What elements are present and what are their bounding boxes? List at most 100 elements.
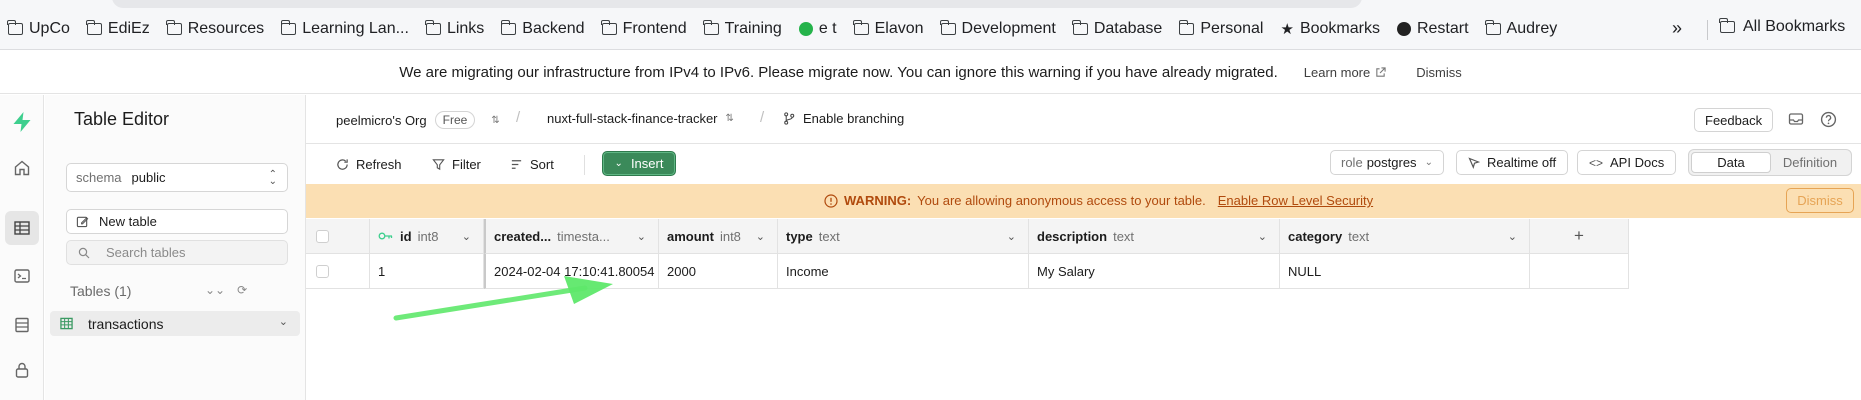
bookmark-links[interactable]: Links [418, 20, 493, 38]
cell-type[interactable]: Income [778, 254, 1029, 289]
toolbar-divider [584, 155, 585, 175]
tab-definition[interactable]: Definition [1771, 152, 1849, 173]
address-bar[interactable] [112, 0, 1362, 8]
new-table-button[interactable]: New table [66, 209, 288, 234]
sort-icon [511, 160, 522, 169]
role-select[interactable]: role postgres ⌄ [1330, 150, 1444, 175]
add-column-button[interactable]: + [1530, 219, 1629, 254]
search-tables-input[interactable] [106, 245, 276, 260]
search-tables-field[interactable] [66, 240, 288, 265]
org-breadcrumb[interactable]: peelmicro's Org Free ⇅ [336, 111, 500, 129]
folder-icon [1178, 20, 1195, 35]
notice-text: We are migrating our infrastructure from… [399, 63, 1278, 81]
project-breadcrumb[interactable]: nuxt-full-stack-finance-tracker ⇅ [547, 111, 734, 126]
api-docs-label: API Docs [1610, 155, 1665, 170]
insert-button[interactable]: ⌄ Insert [602, 151, 676, 176]
learn-more-link[interactable]: Learn more [1304, 65, 1386, 80]
refresh-tables-icon[interactable]: ⟳ [237, 283, 247, 297]
enable-rls-link[interactable]: Enable Row Level Security [1218, 193, 1373, 208]
bookmark-backend[interactable]: Backend [493, 20, 593, 38]
bookmark-audrey[interactable]: Audrey [1478, 20, 1567, 38]
bookmark-training[interactable]: Training [696, 20, 791, 38]
cell-amount[interactable]: 2000 [659, 254, 778, 289]
all-bookmarks-button[interactable]: All Bookmarks [1719, 18, 1845, 36]
icon-rail [0, 95, 44, 400]
column-name: category [1288, 228, 1343, 244]
chevron-down-icon[interactable]: ⌄ [756, 230, 765, 243]
bookmark-learning[interactable]: Learning Lan... [273, 20, 418, 38]
folder-icon [1072, 20, 1088, 35]
column-type: text [1113, 228, 1135, 244]
chevron-down-icon[interactable]: ⌄ [1258, 230, 1267, 243]
chevron-down-icon[interactable]: ⌄ [462, 230, 471, 243]
sort-button[interactable]: Sort [510, 154, 554, 175]
row-checkbox[interactable] [316, 264, 329, 278]
more-bookmarks-button[interactable]: » [1672, 18, 1682, 39]
sql-editor-icon[interactable] [11, 265, 33, 287]
folder-icon [500, 20, 517, 35]
bookmark-resources[interactable]: Resources [159, 20, 273, 38]
lock-icon[interactable] [11, 359, 33, 381]
column-header-description[interactable]: description text ⌄ [1029, 219, 1280, 254]
new-table-label: New table [99, 214, 157, 229]
refresh-icon [337, 159, 348, 170]
cursor-icon [1468, 156, 1480, 169]
cell-id[interactable]: 1 [370, 254, 484, 289]
bookmark-label: Training [724, 20, 782, 37]
cell-created-at[interactable]: 2024-02-04 17:10:41.80054 [484, 254, 659, 289]
cell-description[interactable]: My Salary [1029, 254, 1280, 289]
home-icon[interactable] [11, 157, 33, 179]
column-header-created-at[interactable]: created... timesta... ⌄ [484, 219, 659, 254]
column-name: id [400, 228, 412, 244]
refresh-label: Refresh [356, 157, 402, 172]
chevron-down-icon[interactable]: ⌄ [1007, 230, 1016, 243]
table-editor-icon[interactable] [11, 217, 33, 239]
help-icon[interactable] [1819, 110, 1837, 128]
bookmark-database[interactable]: Database [1065, 20, 1172, 38]
cell-category[interactable]: NULL [1280, 254, 1530, 289]
row-select-cell[interactable] [306, 254, 370, 289]
plan-badge: Free [434, 111, 476, 129]
inbox-icon[interactable] [1787, 110, 1805, 128]
bookmark-development[interactable]: Development [933, 20, 1065, 38]
view-toggle: Data Definition [1688, 149, 1852, 176]
notice-dismiss-button[interactable]: Dismiss [1416, 65, 1462, 80]
feedback-button[interactable]: Feedback [1694, 108, 1774, 132]
collapse-all-icon[interactable]: ⌄⌄ [205, 283, 225, 297]
chevron-down-icon[interactable]: ⌄ [279, 315, 288, 328]
bookmark-et[interactable]: e t [791, 20, 846, 38]
rls-warning-banner: WARNING: You are allowing anonymous acce… [306, 184, 1861, 218]
column-header-type[interactable]: type text ⌄ [778, 219, 1029, 254]
bookmark-frontend[interactable]: Frontend [594, 20, 696, 38]
enable-branching-button[interactable]: Enable branching [783, 111, 904, 126]
refresh-button[interactable]: Refresh [336, 154, 402, 175]
column-name: type [786, 228, 813, 244]
chevron-down-icon[interactable]: ⌄ [637, 230, 646, 243]
column-header-amount[interactable]: amount int8 ⌄ [659, 219, 778, 254]
chevron-down-icon[interactable]: ⌄ [1508, 230, 1517, 243]
bookmark-ediez[interactable]: EdiEz [79, 20, 159, 38]
filter-button[interactable]: Filter [432, 154, 481, 175]
bookmark-label: Elavon [874, 20, 924, 37]
bookmark-label: Links [446, 20, 485, 37]
api-docs-button[interactable]: <> API Docs [1577, 150, 1677, 175]
bookmark-upco[interactable]: UpCo [0, 20, 79, 38]
bookmark-elavon[interactable]: Elavon [846, 20, 933, 38]
column-header-category[interactable]: category text ⌄ [1280, 219, 1530, 254]
database-icon[interactable] [11, 314, 33, 336]
select-all-checkbox[interactable] [316, 229, 329, 243]
bookmark-restart[interactable]: Restart [1389, 20, 1478, 38]
sidebar-item-transactions[interactable]: transactions ⌄ [50, 311, 300, 336]
bookmark-label: Learning Lan... [302, 20, 409, 37]
bookmark-bookmarks[interactable]: ★ Bookmarks [1272, 20, 1388, 38]
realtime-button[interactable]: Realtime off [1456, 150, 1569, 175]
table-editor-sidebar: Table Editor schema public ⌃ ⌄ New table … [45, 95, 306, 400]
bookmark-personal[interactable]: Personal [1171, 20, 1272, 38]
select-all-cell[interactable] [306, 219, 370, 254]
tab-data[interactable]: Data [1691, 152, 1771, 173]
column-header-id[interactable]: id int8 ⌄ [370, 219, 484, 254]
schema-select[interactable]: schema public ⌃ ⌄ [66, 163, 288, 192]
warning-dismiss-button[interactable]: Dismiss [1786, 188, 1854, 213]
edit-icon [76, 216, 89, 228]
supabase-logo-icon[interactable] [10, 110, 34, 134]
